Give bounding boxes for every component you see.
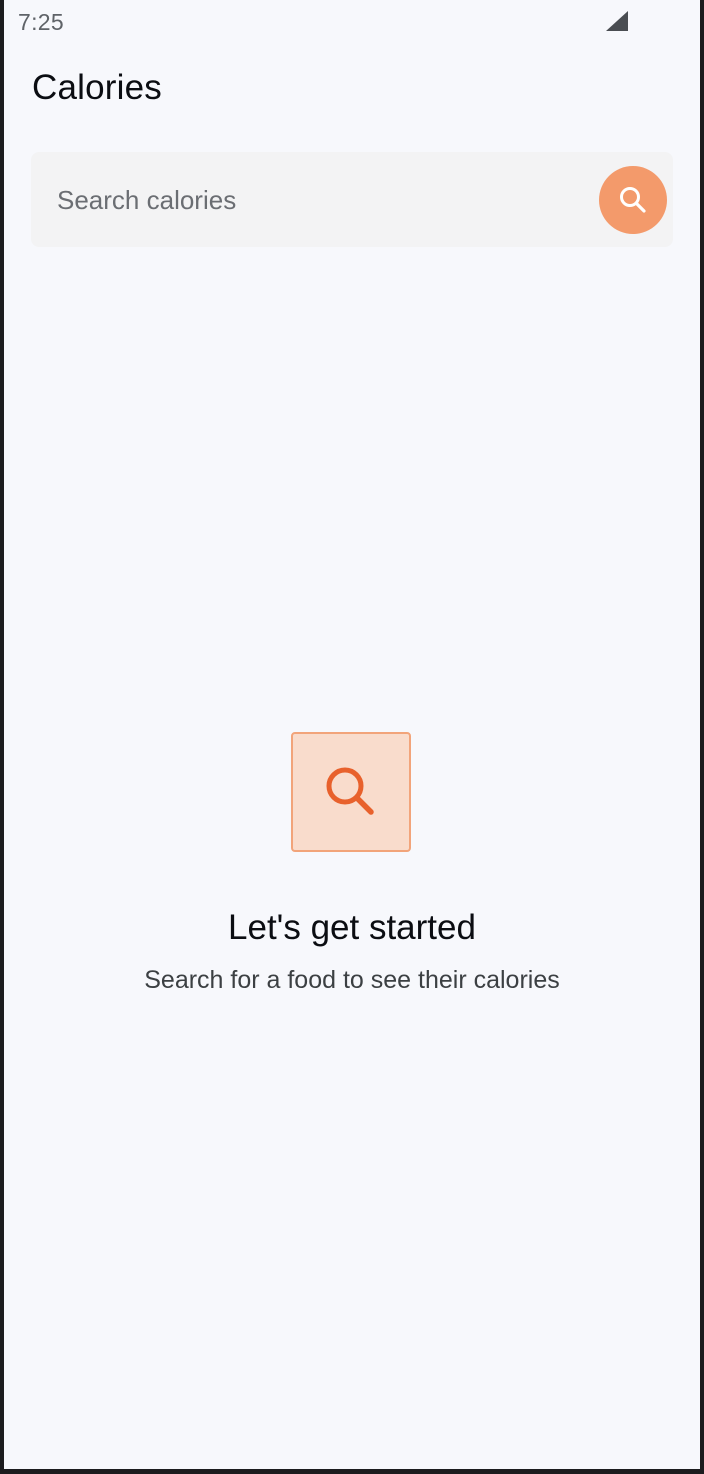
search-button[interactable] [599, 166, 667, 234]
status-time: 7:25 [18, 9, 64, 35]
search-icon [326, 767, 374, 815]
search-input[interactable] [57, 176, 577, 224]
status-bar: 7:25 [4, 0, 700, 44]
empty-state-title: Let's get started [228, 908, 476, 947]
search-bar [31, 152, 673, 247]
empty-state-icon-box [291, 732, 411, 852]
page-title: Calories [32, 68, 162, 107]
empty-state-subtitle: Search for a food to see their calories [144, 966, 560, 994]
app-screen: 7:25 Calories Let's get started Search f… [4, 0, 700, 1469]
cellular-signal-icon [606, 11, 628, 31]
search-icon [620, 187, 646, 213]
